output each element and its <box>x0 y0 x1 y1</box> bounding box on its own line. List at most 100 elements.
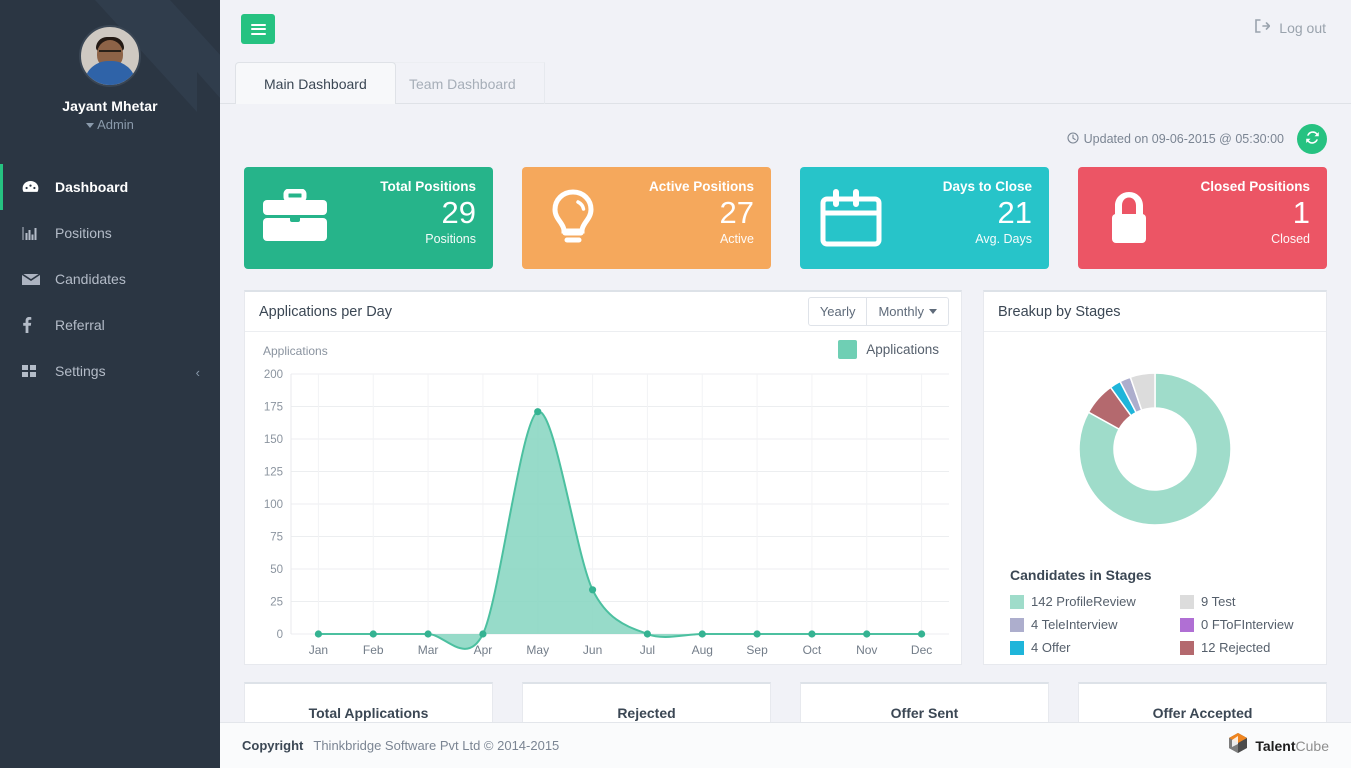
stat-value: 29 <box>332 194 476 232</box>
sidebar-item-label: Candidates <box>55 271 126 287</box>
sidebar: Jayant Mhetar Admin Dashboard <box>0 0 220 768</box>
legend-swatch <box>838 340 857 359</box>
sidebar-item-referral[interactable]: Referral <box>0 302 220 348</box>
svg-text:Jun: Jun <box>583 643 602 657</box>
donut-legend-label: 142 ProfileReview <box>1031 594 1136 609</box>
legend-label: Applications <box>866 342 939 357</box>
svg-text:Jan: Jan <box>309 643 328 657</box>
calendar-icon <box>814 179 888 247</box>
donut-legend-label: 4 Offer <box>1031 640 1071 655</box>
svg-text:0: 0 <box>277 629 283 641</box>
copyright-text: Thinkbridge Software Pvt Ltd © 2014-2015 <box>313 738 559 753</box>
range-monthly-button[interactable]: Monthly <box>867 297 949 326</box>
svg-text:Oct: Oct <box>803 643 822 657</box>
logout-button[interactable]: Log out <box>1255 19 1326 36</box>
caret-down-icon <box>86 123 94 128</box>
svg-text:Aug: Aug <box>692 643 713 657</box>
applications-chart: Applications Applications 0 25 50 75 100 125 1… <box>245 332 961 666</box>
chart-legend: Applications <box>838 340 939 359</box>
sidebar-item-candidates[interactable]: Candidates <box>0 256 220 302</box>
bottom-card-rejected[interactable]: Rejected <box>522 682 771 722</box>
range-toggle-group: Yearly Monthly <box>808 297 949 326</box>
line-chart-svg: 0255075100125150175200JanFebMarAprMayJun… <box>245 366 961 666</box>
bottom-card-offer-sent[interactable]: Offer Sent <box>800 682 1049 722</box>
stat-value: 21 <box>888 194 1032 232</box>
tab-team-dashboard[interactable]: Team Dashboard <box>380 62 545 104</box>
tab-main-dashboard[interactable]: Main Dashboard <box>235 62 396 104</box>
logout-label: Log out <box>1279 20 1326 36</box>
svg-text:125: 125 <box>264 467 283 479</box>
bottom-card-offer-accepted[interactable]: Offer Accepted <box>1078 682 1327 722</box>
svg-text:Dec: Dec <box>911 643 932 657</box>
lock-icon <box>1092 179 1166 247</box>
stat-card-days-to-close[interactable]: Days to Close 21 Avg. Days <box>800 167 1049 269</box>
dashboard-tabs: Main Dashboard Team Dashboard <box>220 58 1351 104</box>
svg-text:100: 100 <box>264 499 283 511</box>
talentcube-logo-icon <box>1227 732 1249 759</box>
chevron-left-icon: ‹ <box>196 365 200 380</box>
brand-logo: TalentCube <box>1227 732 1329 759</box>
panel-header: Applications per Day Yearly Monthly <box>245 292 961 332</box>
donut-legend-title: Candidates in Stages <box>1010 567 1152 583</box>
last-updated-label: Updated on 09-06-2015 @ 05:30:00 <box>1084 132 1284 146</box>
footer: Copyright Thinkbridge Software Pvt Ltd ©… <box>220 722 1351 768</box>
top-bar: Log out <box>220 0 1351 58</box>
bottom-card-label: Offer Accepted <box>1153 705 1253 721</box>
updated-row: Updated on 09-06-2015 @ 05:30:00 <box>1067 124 1327 154</box>
stat-unit: Positions <box>332 232 476 247</box>
brand-name: TalentCube <box>1255 738 1329 754</box>
stat-unit: Avg. Days <box>888 232 1032 247</box>
user-name: Jayant Mhetar <box>0 98 220 114</box>
svg-text:75: 75 <box>270 532 283 544</box>
donut-legend-item: 4 Offer <box>1010 640 1180 655</box>
refresh-icon <box>1305 130 1320 148</box>
envelope-icon <box>22 271 42 287</box>
tab-label: Team Dashboard <box>409 76 516 92</box>
sidebar-item-label: Positions <box>55 225 112 241</box>
chevron-down-icon <box>929 309 937 314</box>
svg-text:50: 50 <box>270 564 283 576</box>
donut-legend-label: 4 TeleInterview <box>1031 617 1117 632</box>
chart-y-axis-title: Applications <box>263 344 328 358</box>
user-role-label: Admin <box>97 117 134 132</box>
svg-text:150: 150 <box>264 434 283 446</box>
stat-value: 1 <box>1166 194 1310 232</box>
user-profile[interactable]: Jayant Mhetar Admin <box>0 0 220 132</box>
svg-text:Nov: Nov <box>856 643 877 657</box>
stat-title: Days to Close <box>888 179 1032 195</box>
bottom-cards: Total Applications Rejected Offer Sent O… <box>244 682 1327 722</box>
sidebar-item-settings[interactable]: Settings ‹ <box>0 348 220 394</box>
refresh-button[interactable] <box>1297 124 1327 154</box>
stat-card-closed-positions[interactable]: Closed Positions 1 Closed <box>1078 167 1327 269</box>
donut-legend-label: 0 FToFInterview <box>1201 617 1293 632</box>
panel-header: Breakup by Stages <box>984 292 1326 332</box>
menu-toggle-button[interactable] <box>241 14 275 44</box>
donut-legend-item: 9 Test <box>1180 594 1310 609</box>
sidebar-item-dashboard[interactable]: Dashboard <box>0 164 220 210</box>
stat-card-total-positions[interactable]: Total Positions 29 Positions <box>244 167 493 269</box>
donut-legend-label: 12 Rejected <box>1201 640 1270 655</box>
stat-unit: Active <box>610 232 754 247</box>
bottom-card-total-applications[interactable]: Total Applications <box>244 682 493 722</box>
svg-text:25: 25 <box>270 597 283 609</box>
dashboard-icon <box>22 179 42 195</box>
hamburger-icon <box>251 21 266 37</box>
briefcase-icon <box>258 179 332 243</box>
copyright-label: Copyright <box>242 738 303 753</box>
donut-legend-item: 142 ProfileReview <box>1010 594 1180 609</box>
svg-text:200: 200 <box>264 369 283 381</box>
logout-icon <box>1255 19 1270 36</box>
donut-legend-swatch <box>1180 618 1194 632</box>
range-monthly-label: Monthly <box>878 304 924 319</box>
user-role[interactable]: Admin <box>0 117 220 132</box>
sidebar-item-positions[interactable]: Positions <box>0 210 220 256</box>
donut-legend-item: 12 Rejected <box>1180 640 1310 655</box>
stat-card-active-positions[interactable]: Active Positions 27 Active <box>522 167 771 269</box>
donut-chart-container: Candidates in Stages 142 ProfileReview 9 … <box>984 332 1326 665</box>
donut-legend-swatch <box>1180 641 1194 655</box>
bottom-card-label: Rejected <box>617 705 675 721</box>
range-yearly-button[interactable]: Yearly <box>808 297 868 326</box>
svg-text:Jul: Jul <box>640 643 655 657</box>
bottom-card-label: Offer Sent <box>891 705 959 721</box>
donut-legend-swatch <box>1010 618 1024 632</box>
